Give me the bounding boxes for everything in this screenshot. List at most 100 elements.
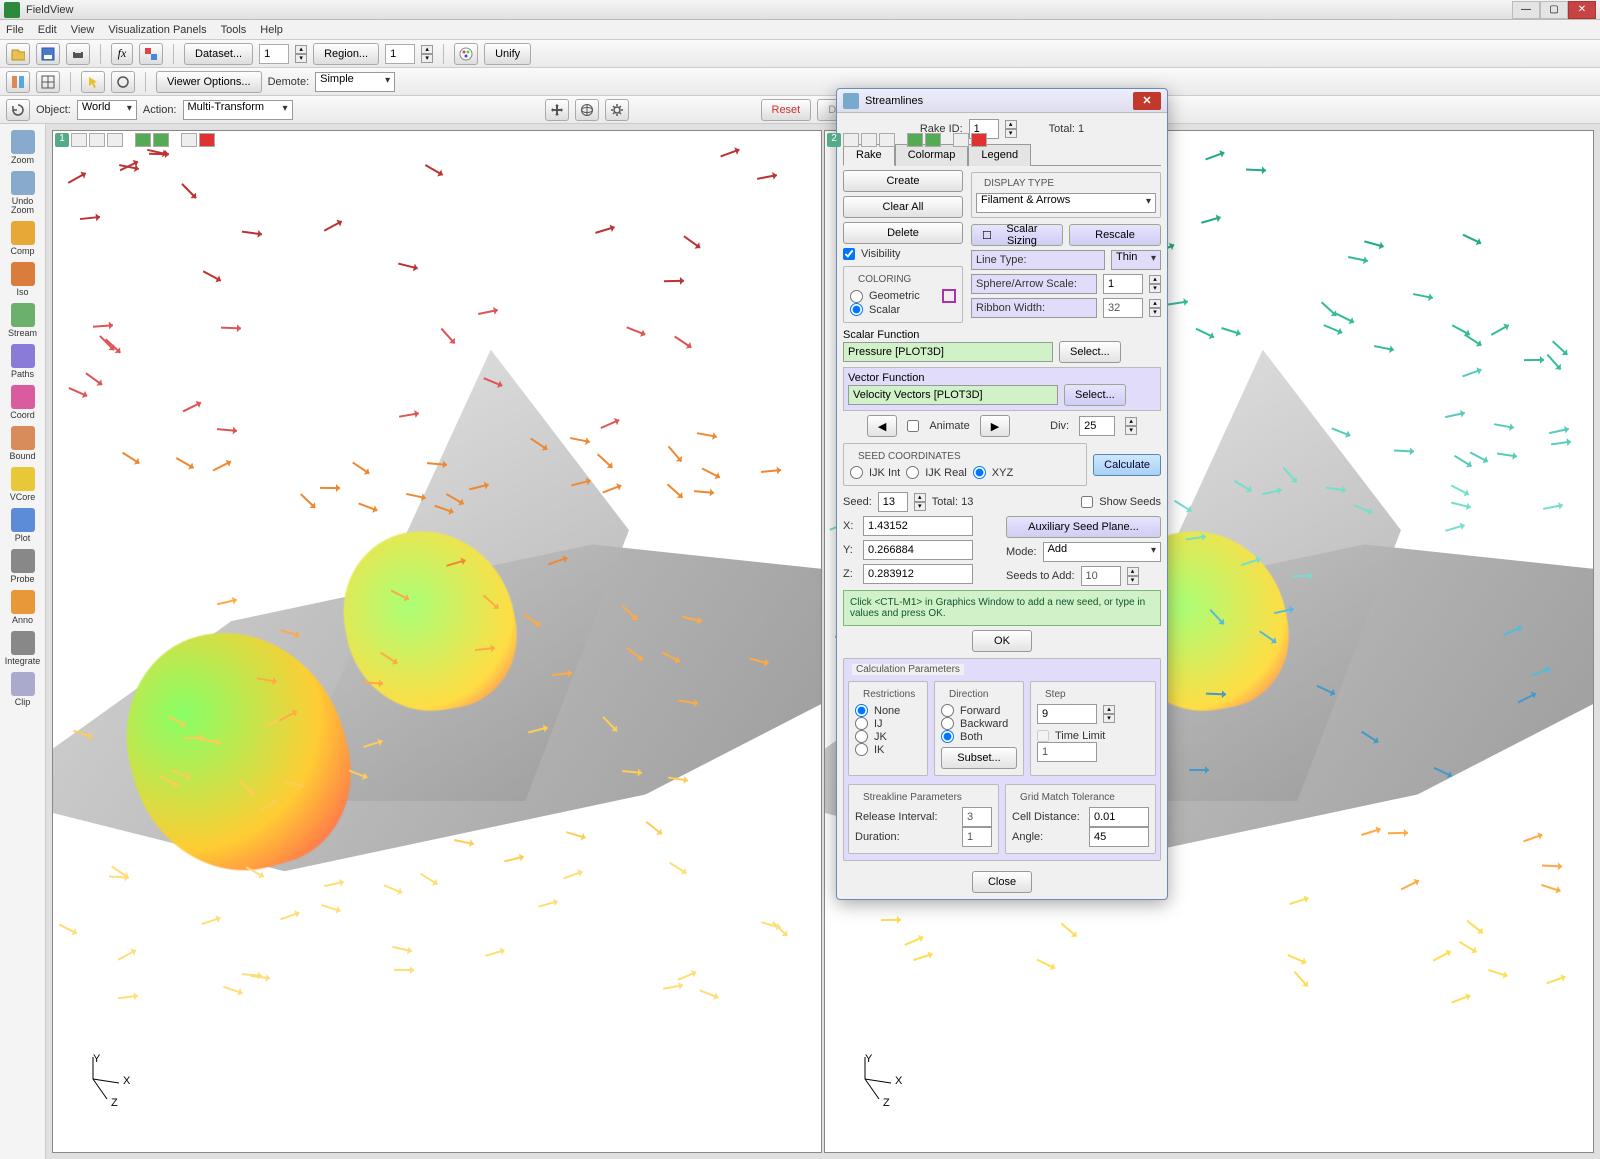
region-spinner[interactable]: ▴▾ xyxy=(421,45,433,63)
grid-icon[interactable] xyxy=(36,71,60,93)
vp-link-icon[interactable] xyxy=(907,133,923,147)
refresh-icon[interactable] xyxy=(6,99,30,121)
vp-max-icon[interactable] xyxy=(953,133,969,147)
dialog-close-bottom-button[interactable]: Close xyxy=(972,871,1032,893)
color-swatch[interactable] xyxy=(942,289,956,303)
demote-select[interactable]: Simple xyxy=(315,72,395,92)
dataset-input[interactable] xyxy=(259,44,289,64)
dataset-button[interactable]: Dataset... xyxy=(184,43,253,65)
delete-button[interactable]: Delete xyxy=(843,222,963,244)
angle-input[interactable] xyxy=(1089,827,1149,847)
cell-distance-input[interactable] xyxy=(1089,807,1149,827)
vp-link-icon[interactable] xyxy=(135,133,151,147)
restr-ik-radio[interactable] xyxy=(855,743,868,756)
fx-icon[interactable]: fx xyxy=(111,43,133,65)
restr-jk-radio[interactable] xyxy=(855,730,868,743)
ijkint-radio[interactable] xyxy=(850,466,863,479)
z-input[interactable] xyxy=(863,564,973,584)
rescale-button[interactable]: Rescale xyxy=(1069,224,1161,246)
side-tool-clip[interactable]: Clip xyxy=(5,672,41,707)
y-input[interactable] xyxy=(863,540,973,560)
dialog-close-button[interactable]: ✕ xyxy=(1133,92,1161,110)
side-tool-comp[interactable]: Comp xyxy=(5,221,41,256)
side-tool-coord[interactable]: Coord xyxy=(5,385,41,420)
viewport-1[interactable]: 1 YXZ xyxy=(52,130,822,1153)
layout-icon[interactable] xyxy=(6,71,30,93)
coloring-scalar-radio[interactable] xyxy=(850,303,863,316)
circle-icon[interactable] xyxy=(111,71,135,93)
vp-tool-icon[interactable] xyxy=(107,133,123,147)
close-button[interactable]: ✕ xyxy=(1568,1,1596,19)
vp-close-icon[interactable] xyxy=(971,133,987,147)
vp-link-icon[interactable] xyxy=(925,133,941,147)
anim-prev-button[interactable]: ◀ xyxy=(867,415,897,437)
vp-close-icon[interactable] xyxy=(199,133,215,147)
save-icon[interactable] xyxy=(36,43,60,65)
side-tool-undo-zoom[interactable]: UndoZoom xyxy=(5,171,41,215)
side-tool-plot[interactable]: Plot xyxy=(5,508,41,543)
dataset-spinner[interactable]: ▴▾ xyxy=(295,45,307,63)
vector-fn-input[interactable] xyxy=(848,385,1058,405)
unify-button[interactable]: Unify xyxy=(484,43,531,65)
subset-button[interactable]: Subset... xyxy=(941,747,1017,769)
region-button[interactable]: Region... xyxy=(313,43,379,65)
side-tool-stream[interactable]: Stream xyxy=(5,303,41,338)
scalar-fn-input[interactable] xyxy=(843,342,1053,362)
side-tool-anno[interactable]: Anno xyxy=(5,590,41,625)
restr-ij-radio[interactable] xyxy=(855,717,868,730)
dir-backward-radio[interactable] xyxy=(941,717,954,730)
ok-button[interactable]: OK xyxy=(972,630,1032,652)
visibility-checkbox[interactable] xyxy=(843,248,855,260)
aux-seed-button[interactable]: Auxiliary Seed Plane... xyxy=(1006,516,1161,538)
region-input[interactable] xyxy=(385,44,415,64)
side-tool-zoom[interactable]: Zoom xyxy=(5,130,41,165)
vp-tool-icon[interactable] xyxy=(879,133,895,147)
restr-none-radio[interactable] xyxy=(855,704,868,717)
vector-fn-select-button[interactable]: Select... xyxy=(1064,384,1126,406)
create-button[interactable]: Create xyxy=(843,170,963,192)
step-input[interactable] xyxy=(1037,704,1097,724)
scalar-fn-select-button[interactable]: Select... xyxy=(1059,341,1121,363)
mode-select[interactable]: Add xyxy=(1043,542,1161,562)
side-tool-vcore[interactable]: VCore xyxy=(5,467,41,502)
globe-icon[interactable] xyxy=(575,99,599,121)
action-select[interactable]: Multi-Transform xyxy=(183,100,293,120)
display-type-select[interactable]: Filament & Arrows xyxy=(976,193,1156,213)
div-input[interactable] xyxy=(1079,416,1115,436)
vp-link-icon[interactable] xyxy=(153,133,169,147)
show-seeds-checkbox[interactable] xyxy=(1081,496,1093,508)
animate-checkbox[interactable] xyxy=(907,420,919,432)
calculate-button[interactable]: Calculate xyxy=(1093,454,1161,476)
minimize-button[interactable]: — xyxy=(1512,1,1540,19)
coloring-geometric-radio[interactable] xyxy=(850,290,863,303)
viewer-options-button[interactable]: Viewer Options... xyxy=(156,71,262,93)
menu-edit[interactable]: Edit xyxy=(38,24,57,36)
side-tool-integrate[interactable]: Integrate xyxy=(5,631,41,666)
side-tool-iso[interactable]: Iso xyxy=(5,262,41,297)
reset-button[interactable]: Reset xyxy=(761,99,812,121)
palette-icon[interactable] xyxy=(454,43,478,65)
anim-next-button[interactable]: ▶ xyxy=(980,415,1010,437)
line-type-select[interactable]: Thin xyxy=(1111,250,1161,270)
side-tool-bound[interactable]: Bound xyxy=(5,426,41,461)
cursor-icon[interactable] xyxy=(81,71,105,93)
dir-forward-radio[interactable] xyxy=(941,704,954,717)
layers-icon[interactable] xyxy=(139,43,163,65)
vp-max-icon[interactable] xyxy=(181,133,197,147)
ijkreal-radio[interactable] xyxy=(906,466,919,479)
sphere-scale-input[interactable] xyxy=(1103,274,1143,294)
object-select[interactable]: World xyxy=(77,100,137,120)
gear-icon[interactable] xyxy=(605,99,629,121)
pan-icon[interactable] xyxy=(545,99,569,121)
maximize-button[interactable]: ▢ xyxy=(1540,1,1568,19)
menu-view[interactable]: View xyxy=(71,24,95,36)
vp-tool-icon[interactable] xyxy=(89,133,105,147)
side-tool-probe[interactable]: Probe xyxy=(5,549,41,584)
vp-tool-icon[interactable] xyxy=(843,133,859,147)
print-icon[interactable] xyxy=(66,43,90,65)
menu-file[interactable]: File xyxy=(6,24,24,36)
open-icon[interactable] xyxy=(6,43,30,65)
clear-all-button[interactable]: Clear All xyxy=(843,196,963,218)
x-input[interactable] xyxy=(863,516,973,536)
menu-help[interactable]: Help xyxy=(260,24,283,36)
